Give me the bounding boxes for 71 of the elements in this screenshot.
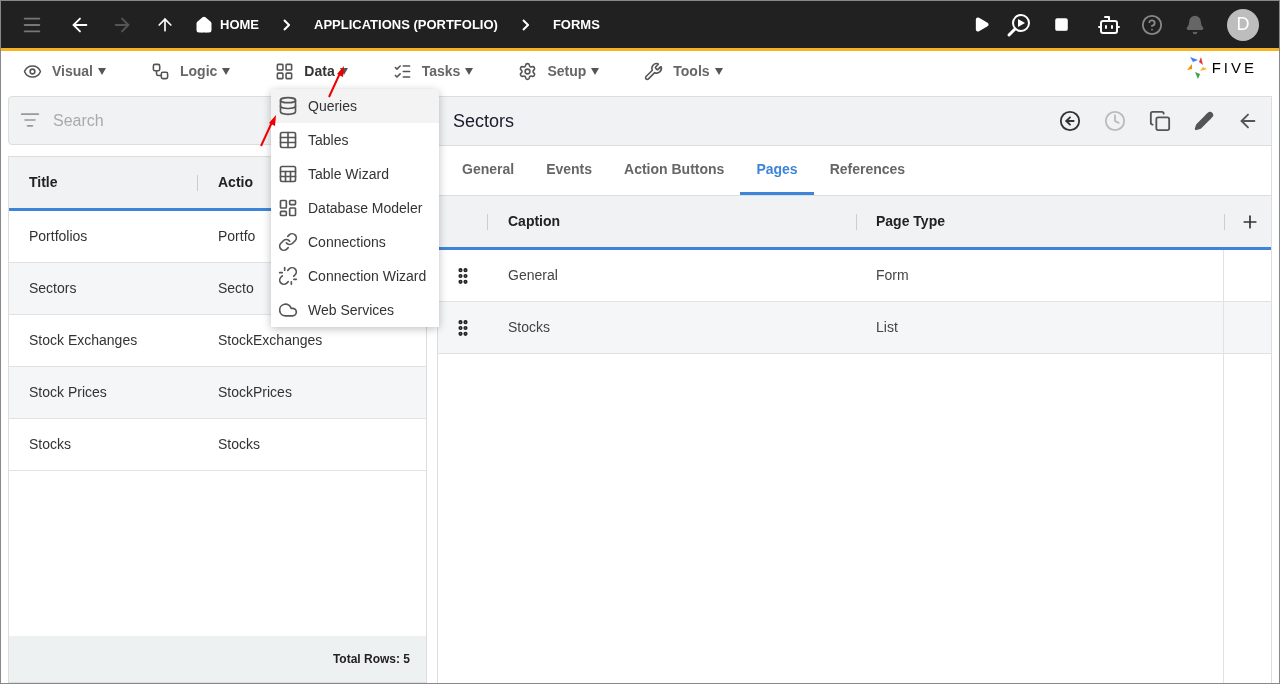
- menu-tab[interactable]: Data: [275, 60, 349, 82]
- search-play-icon[interactable]: [1006, 11, 1032, 38]
- help-icon[interactable]: [1141, 13, 1163, 36]
- menu-item[interactable]: Web Services: [271, 293, 439, 327]
- cloud-icon: [278, 300, 298, 320]
- settings-icon: [518, 61, 538, 81]
- tab[interactable]: General: [446, 146, 531, 195]
- link-icon: [278, 232, 298, 252]
- chevron-icon: [283, 18, 290, 31]
- stop-icon[interactable]: [1054, 17, 1069, 32]
- table-cell-text: StockPrices: [218, 383, 292, 402]
- database-icon: [278, 96, 298, 116]
- undo-icon[interactable]: [1059, 110, 1081, 132]
- total-rows: Total Rows: 5: [332, 650, 410, 668]
- menu-tab[interactable]: Visual: [23, 60, 107, 82]
- link-icon: [278, 266, 298, 286]
- table-icon: [278, 164, 298, 184]
- caret-icon: [713, 66, 724, 76]
- table-cell-text: Sectors: [28, 279, 78, 298]
- caret-icon: [221, 66, 232, 76]
- table-icon: [278, 130, 298, 150]
- menu-item[interactable]: Table Wizard: [271, 157, 439, 191]
- caret-icon: [590, 66, 601, 76]
- menu-item[interactable]: Connection Wizard: [271, 259, 439, 293]
- table-cell: Form: [856, 250, 1224, 301]
- menu-tab[interactable]: Logic: [151, 60, 232, 82]
- layout-icon: [278, 198, 298, 218]
- edit-icon[interactable]: [1194, 111, 1214, 131]
- caret-icon: [97, 66, 107, 76]
- menu-item[interactable]: Tables: [271, 123, 439, 157]
- menu-tab[interactable]: Tools: [644, 60, 724, 82]
- breadcrumb-link[interactable]: FORMS: [552, 14, 600, 35]
- logo-text: FIVE: [1211, 57, 1257, 78]
- menu-item[interactable]: Database Modeler: [271, 191, 439, 225]
- menu-tab[interactable]: Setup: [518, 60, 601, 82]
- play-icon[interactable]: [973, 16, 990, 33]
- table-cell-text: Portfo: [218, 227, 256, 246]
- table-cell-text: Stocks: [28, 435, 72, 454]
- menu-item[interactable]: Queries: [271, 89, 439, 123]
- filter-icon[interactable]: [20, 110, 40, 130]
- tools-icon: [644, 61, 664, 81]
- nodes-icon: [151, 61, 170, 81]
- table-cell-text: General: [507, 266, 559, 285]
- tab[interactable]: Action Buttons: [608, 146, 741, 195]
- annotation-arrow: [259, 114, 279, 148]
- tab[interactable]: References: [813, 146, 922, 195]
- column-header[interactable]: Page Type: [857, 211, 1224, 232]
- menu-tab[interactable]: Tasks: [392, 60, 475, 82]
- column-header[interactable]: Title: [9, 172, 197, 193]
- table-cell-text: Secto: [218, 279, 254, 298]
- chevron-icon: [521, 18, 529, 31]
- table-cell-text: Stocks: [218, 435, 260, 454]
- logo-icon: [1185, 56, 1208, 80]
- table-cell-text: Stocks: [507, 318, 551, 337]
- table-cell-text: StockExchanges: [218, 331, 323, 350]
- grid-icon: [275, 61, 295, 81]
- table-cell-text: Portfolios: [28, 227, 89, 246]
- caret-icon: [464, 66, 475, 76]
- column-header[interactable]: Caption: [488, 211, 856, 232]
- breadcrumb-link[interactable]: HOME: [220, 14, 259, 35]
- record-title: Sectors: [453, 109, 515, 133]
- copy-icon[interactable]: [1149, 110, 1171, 132]
- table-cell-text: Stock Prices: [28, 383, 108, 402]
- tab[interactable]: Events: [530, 146, 609, 195]
- notification-icon[interactable]: [1185, 14, 1205, 35]
- breadcrumb-link[interactable]: APPLICATIONS (PORTFOLIO): [314, 14, 498, 35]
- table-cell-text: Stock Exchanges: [28, 331, 139, 350]
- table-cell: List: [856, 302, 1224, 353]
- menu-item[interactable]: Connections: [271, 225, 439, 259]
- column-header[interactable]: Actio: [198, 172, 253, 193]
- home-icon[interactable]: [195, 15, 213, 34]
